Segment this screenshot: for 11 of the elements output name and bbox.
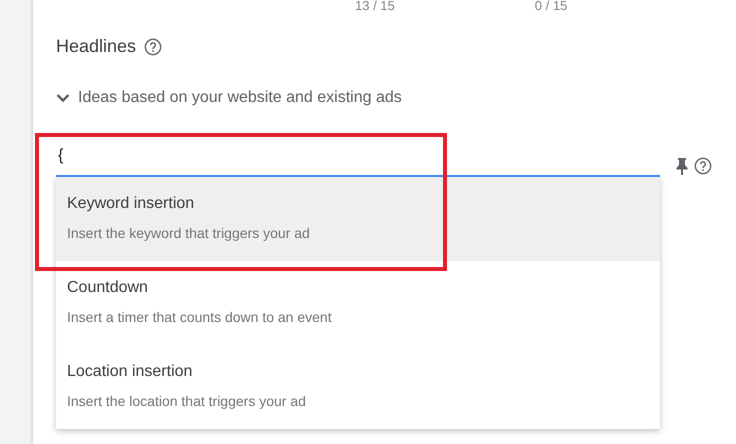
pin-icon[interactable] xyxy=(676,157,688,175)
help-icon[interactable] xyxy=(144,38,162,56)
suggestion-item[interactable]: Countdown Insert a timer that counts down to an event xyxy=(56,261,660,345)
section-title: Headlines xyxy=(56,36,136,57)
ideas-toggle[interactable]: Ideas based on your website and existing ads xyxy=(56,89,402,107)
suggestion-item[interactable]: Location insertion Insert the location that triggers your ad xyxy=(56,345,660,429)
chevron-icon xyxy=(56,93,70,103)
suggestion-item[interactable]: Keyword insertion Insert the keyword that triggers your ad xyxy=(56,177,660,261)
help-icon[interactable] xyxy=(694,157,712,175)
character-count: 13 / 15 xyxy=(355,0,395,12)
character-count: 0 / 15 xyxy=(534,0,568,12)
